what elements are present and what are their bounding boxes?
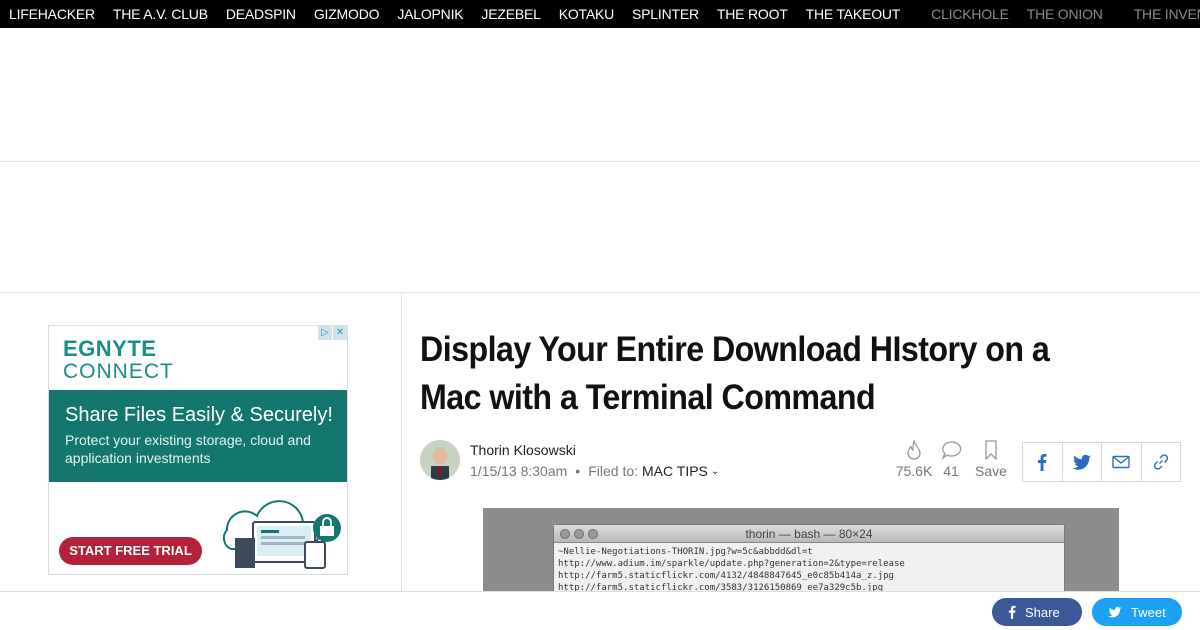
- terminal-output: ~Nellie-Negotiations-THORIN.jpg?w=5c&abb…: [554, 543, 1064, 598]
- envelope-icon: [1112, 455, 1130, 469]
- adchoices-icon[interactable]: ▷: [318, 326, 332, 340]
- zoom-dot-icon: [588, 529, 598, 539]
- filed-tag-link[interactable]: MAC TIPS: [642, 463, 708, 479]
- ad-brand-product: CONNECT: [63, 360, 174, 383]
- nav-link-the-inventory[interactable]: THE INVENTORY: [1134, 6, 1200, 22]
- share-facebook-button[interactable]: [1023, 443, 1063, 481]
- nav-link-splinter[interactable]: SPLINTER: [632, 6, 699, 22]
- share-label: Share: [1025, 604, 1060, 620]
- author-portrait-icon: [420, 440, 460, 480]
- sidebar-ad[interactable]: EGNYTE CONNECT ▷ ✕ Share Files Easily & …: [48, 325, 348, 575]
- copy-link-button[interactable]: [1142, 443, 1181, 481]
- publish-date[interactable]: 1/15/13 8:30am: [470, 463, 567, 479]
- nav-link-gizmodo[interactable]: GIZMODO: [314, 6, 380, 22]
- billboard-ad-slot: [0, 162, 1200, 293]
- start-free-trial-button[interactable]: START FREE TRIAL: [59, 537, 202, 565]
- nav-link-clickhole[interactable]: CLICKHOLE: [931, 6, 1009, 22]
- facebook-icon: [1038, 454, 1047, 471]
- twitter-bird-icon: [1072, 454, 1091, 470]
- nav-link-kotaku[interactable]: KOTAKU: [559, 6, 615, 22]
- article-headline: Display Your Entire Download HIstory on …: [420, 330, 1050, 417]
- nav-link-the-root[interactable]: THE ROOT: [717, 6, 788, 22]
- author-avatar[interactable]: [420, 440, 460, 480]
- nav-link-deadspin[interactable]: DEADSPIN: [226, 6, 296, 22]
- sticky-share-bar: Share Tweet: [0, 591, 1200, 630]
- facebook-icon: [1008, 605, 1016, 619]
- leaderboard-ad-slot: [0, 28, 1200, 162]
- filed-to-label: Filed to:: [588, 463, 639, 479]
- terminal-line: ~Nellie-Negotiations-THORIN.jpg?w=5c&abb…: [558, 547, 813, 557]
- article-meta: 1/15/13 8:30am • Filed to: MAC TIPS ⌄: [470, 463, 719, 479]
- terminal-title: thorin — bash — 80×24: [745, 527, 873, 541]
- author-name-link[interactable]: Thorin Klosowski: [470, 442, 576, 458]
- close-dot-icon: [560, 529, 570, 539]
- save-button[interactable]: Save: [974, 440, 1008, 479]
- link-icon: [1153, 454, 1168, 470]
- comment-bubble-icon: [941, 441, 962, 460]
- cloud-devices-illustration: [222, 500, 341, 569]
- chevron-down-icon[interactable]: ⌄: [711, 466, 719, 477]
- tweet-label: Tweet: [1131, 604, 1166, 620]
- terminal-line: http://www.adium.im/sparkle/update.php?g…: [558, 559, 905, 569]
- bookmark-icon: [985, 440, 997, 460]
- ad-body: Protect your existing storage, cloud and…: [65, 432, 311, 466]
- save-label: Save: [975, 463, 1007, 479]
- article-lead-image[interactable]: thorin — bash — 80×24 ~Nellie-Negotiatio…: [483, 508, 1119, 598]
- views-count: 75.6K: [895, 463, 933, 479]
- close-ad-icon[interactable]: ✕: [333, 326, 347, 340]
- terminal-line: http://farm5.staticflickr.com/4132/48488…: [558, 571, 894, 581]
- comments-count: 41: [943, 463, 959, 479]
- share-email-button[interactable]: [1102, 443, 1142, 481]
- flame-icon: [907, 440, 921, 460]
- twitter-bird-icon: [1108, 606, 1122, 618]
- share-twitter-button[interactable]: [1063, 443, 1102, 481]
- share-toolbar: [1022, 442, 1181, 482]
- meta-separator: •: [575, 463, 581, 479]
- ad-message-band: Share Files Easily & Securely! Protect y…: [49, 390, 347, 482]
- minimize-dot-icon: [574, 529, 584, 539]
- nav-link-the-onion[interactable]: THE ONION: [1027, 6, 1103, 22]
- nav-link-jalopnik[interactable]: JALOPNIK: [397, 6, 463, 22]
- views-counter: 75.6K: [895, 440, 933, 479]
- comments-counter[interactable]: 41: [938, 440, 964, 479]
- adchoices-badge[interactable]: ▷ ✕: [317, 326, 347, 340]
- nav-link-av-club[interactable]: THE A.V. CLUB: [113, 6, 208, 22]
- network-nav: LIFEHACKER THE A.V. CLUB DEADSPIN GIZMOD…: [0, 0, 1200, 28]
- ad-headline: Share Files Easily & Securely!: [65, 404, 333, 426]
- terminal-window: thorin — bash — 80×24 ~Nellie-Negotiatio…: [553, 524, 1065, 598]
- sticky-tweet-button[interactable]: Tweet: [1092, 598, 1182, 626]
- nav-link-lifehacker[interactable]: LIFEHACKER: [9, 6, 95, 22]
- nav-link-the-takeout[interactable]: THE TAKEOUT: [806, 6, 901, 22]
- sticky-share-facebook-button[interactable]: Share: [992, 598, 1082, 626]
- nav-link-jezebel[interactable]: JEZEBEL: [481, 6, 540, 22]
- ad-brand-name: EGNYTE: [63, 336, 157, 361]
- terminal-titlebar: thorin — bash — 80×24: [554, 525, 1064, 543]
